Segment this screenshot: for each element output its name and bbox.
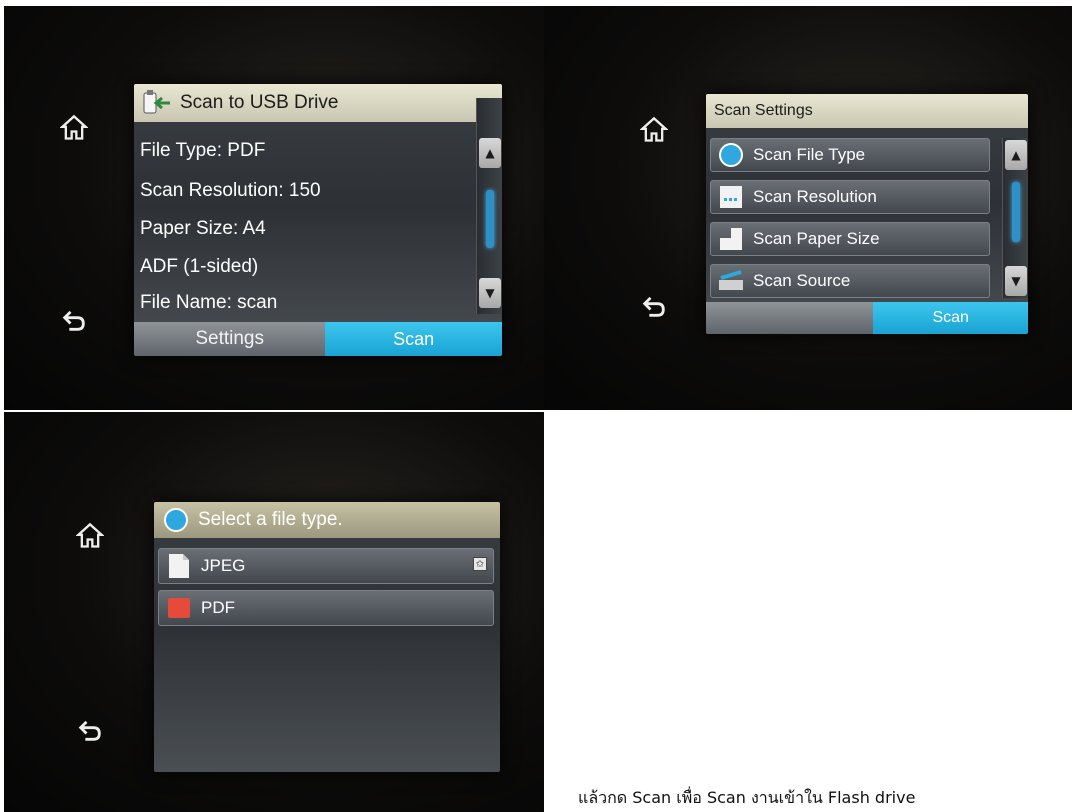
scrollbar[interactable]: ▲ ▼ [1002,138,1028,298]
screen-title: Select a file type. [198,509,343,530]
scroll-thumb[interactable] [486,190,494,248]
lcd-screen: Scan to USB Drive File Type: PDF Scan Re… [134,84,502,356]
scan-file-type-item[interactable]: Scan File Type [710,138,990,172]
home-icon[interactable] [75,522,105,550]
paper-size-line[interactable]: Paper Size: A4 [140,218,266,240]
screen-header: Select a file type. [154,502,500,538]
lcd-screen: Select a file type. JPEG ✩ PDF [154,502,500,772]
scan-button[interactable]: Scan [325,322,502,356]
screen-title: Scan to USB Drive [180,92,339,113]
scan-button[interactable]: Scan [873,302,1028,334]
item-label: Scan Paper Size [753,229,880,248]
file-name-line[interactable]: File Name: scan [140,292,277,314]
screen-header: Scan to USB Drive [134,84,502,122]
bottom-action-bar: Scan [706,302,1028,334]
scan-resolution-item[interactable]: Scan Resolution [710,180,990,214]
scroll-up-arrow-icon[interactable]: ▲ [479,138,501,168]
item-label: Scan Source [753,271,851,290]
screen-title: Scan Settings [714,102,813,119]
item-label: PDF [201,598,235,617]
photo-scan-to-usb: Scan to USB Drive File Type: PDF Scan Re… [4,6,544,410]
usb-drive-icon [142,89,172,117]
scroll-thumb[interactable] [1012,182,1020,242]
file-type-icon [717,142,745,168]
scroll-down-arrow-icon[interactable]: ▼ [1005,266,1027,296]
item-label: Scan File Type [753,145,866,164]
photo-select-file-type: Select a file type. JPEG ✩ PDF [4,412,544,812]
pdf-file-icon [165,595,193,621]
file-type-icon [162,506,190,534]
scan-paper-size-item[interactable]: Scan Paper Size [710,222,990,256]
star-default-icon: ✩ [473,557,487,571]
scroll-up-arrow-icon[interactable]: ▲ [1005,140,1027,170]
home-icon[interactable] [59,114,89,142]
instruction-caption: แล้วกด Scan เพื่อ Scan งานเข้าใน Flash d… [578,788,916,807]
back-icon[interactable] [76,716,104,744]
screen-header: Scan Settings [706,94,1028,128]
scan-source-item[interactable]: Scan Source [710,264,990,298]
lcd-screen: Scan Settings Scan File Type Scan Resolu… [706,94,1028,334]
resolution-line[interactable]: Scan Resolution: 150 [140,180,321,202]
photo-scan-settings: Scan Settings Scan File Type Scan Resolu… [544,6,1072,410]
paper-size-icon [717,226,745,252]
settings-button[interactable]: Settings [134,322,326,356]
blank-left-button[interactable] [706,302,874,334]
bottom-action-bar: Settings Scan [134,322,502,356]
resolution-icon [717,184,745,210]
file-type-line[interactable]: File Type: PDF [140,140,265,162]
pdf-option[interactable]: PDF [158,590,494,626]
item-label: Scan Resolution [753,187,877,206]
adf-line[interactable]: ADF (1-sided) [140,256,258,278]
scan-source-icon [717,268,745,294]
back-icon[interactable] [60,306,88,334]
home-icon[interactable] [639,116,669,144]
jpeg-option[interactable]: JPEG ✩ [158,548,494,584]
back-icon[interactable] [640,292,668,320]
scrollbar[interactable]: ▲ ▼ [476,98,502,314]
jpeg-file-icon [165,553,193,579]
scroll-down-arrow-icon[interactable]: ▼ [479,278,501,308]
item-label: JPEG [201,556,246,575]
